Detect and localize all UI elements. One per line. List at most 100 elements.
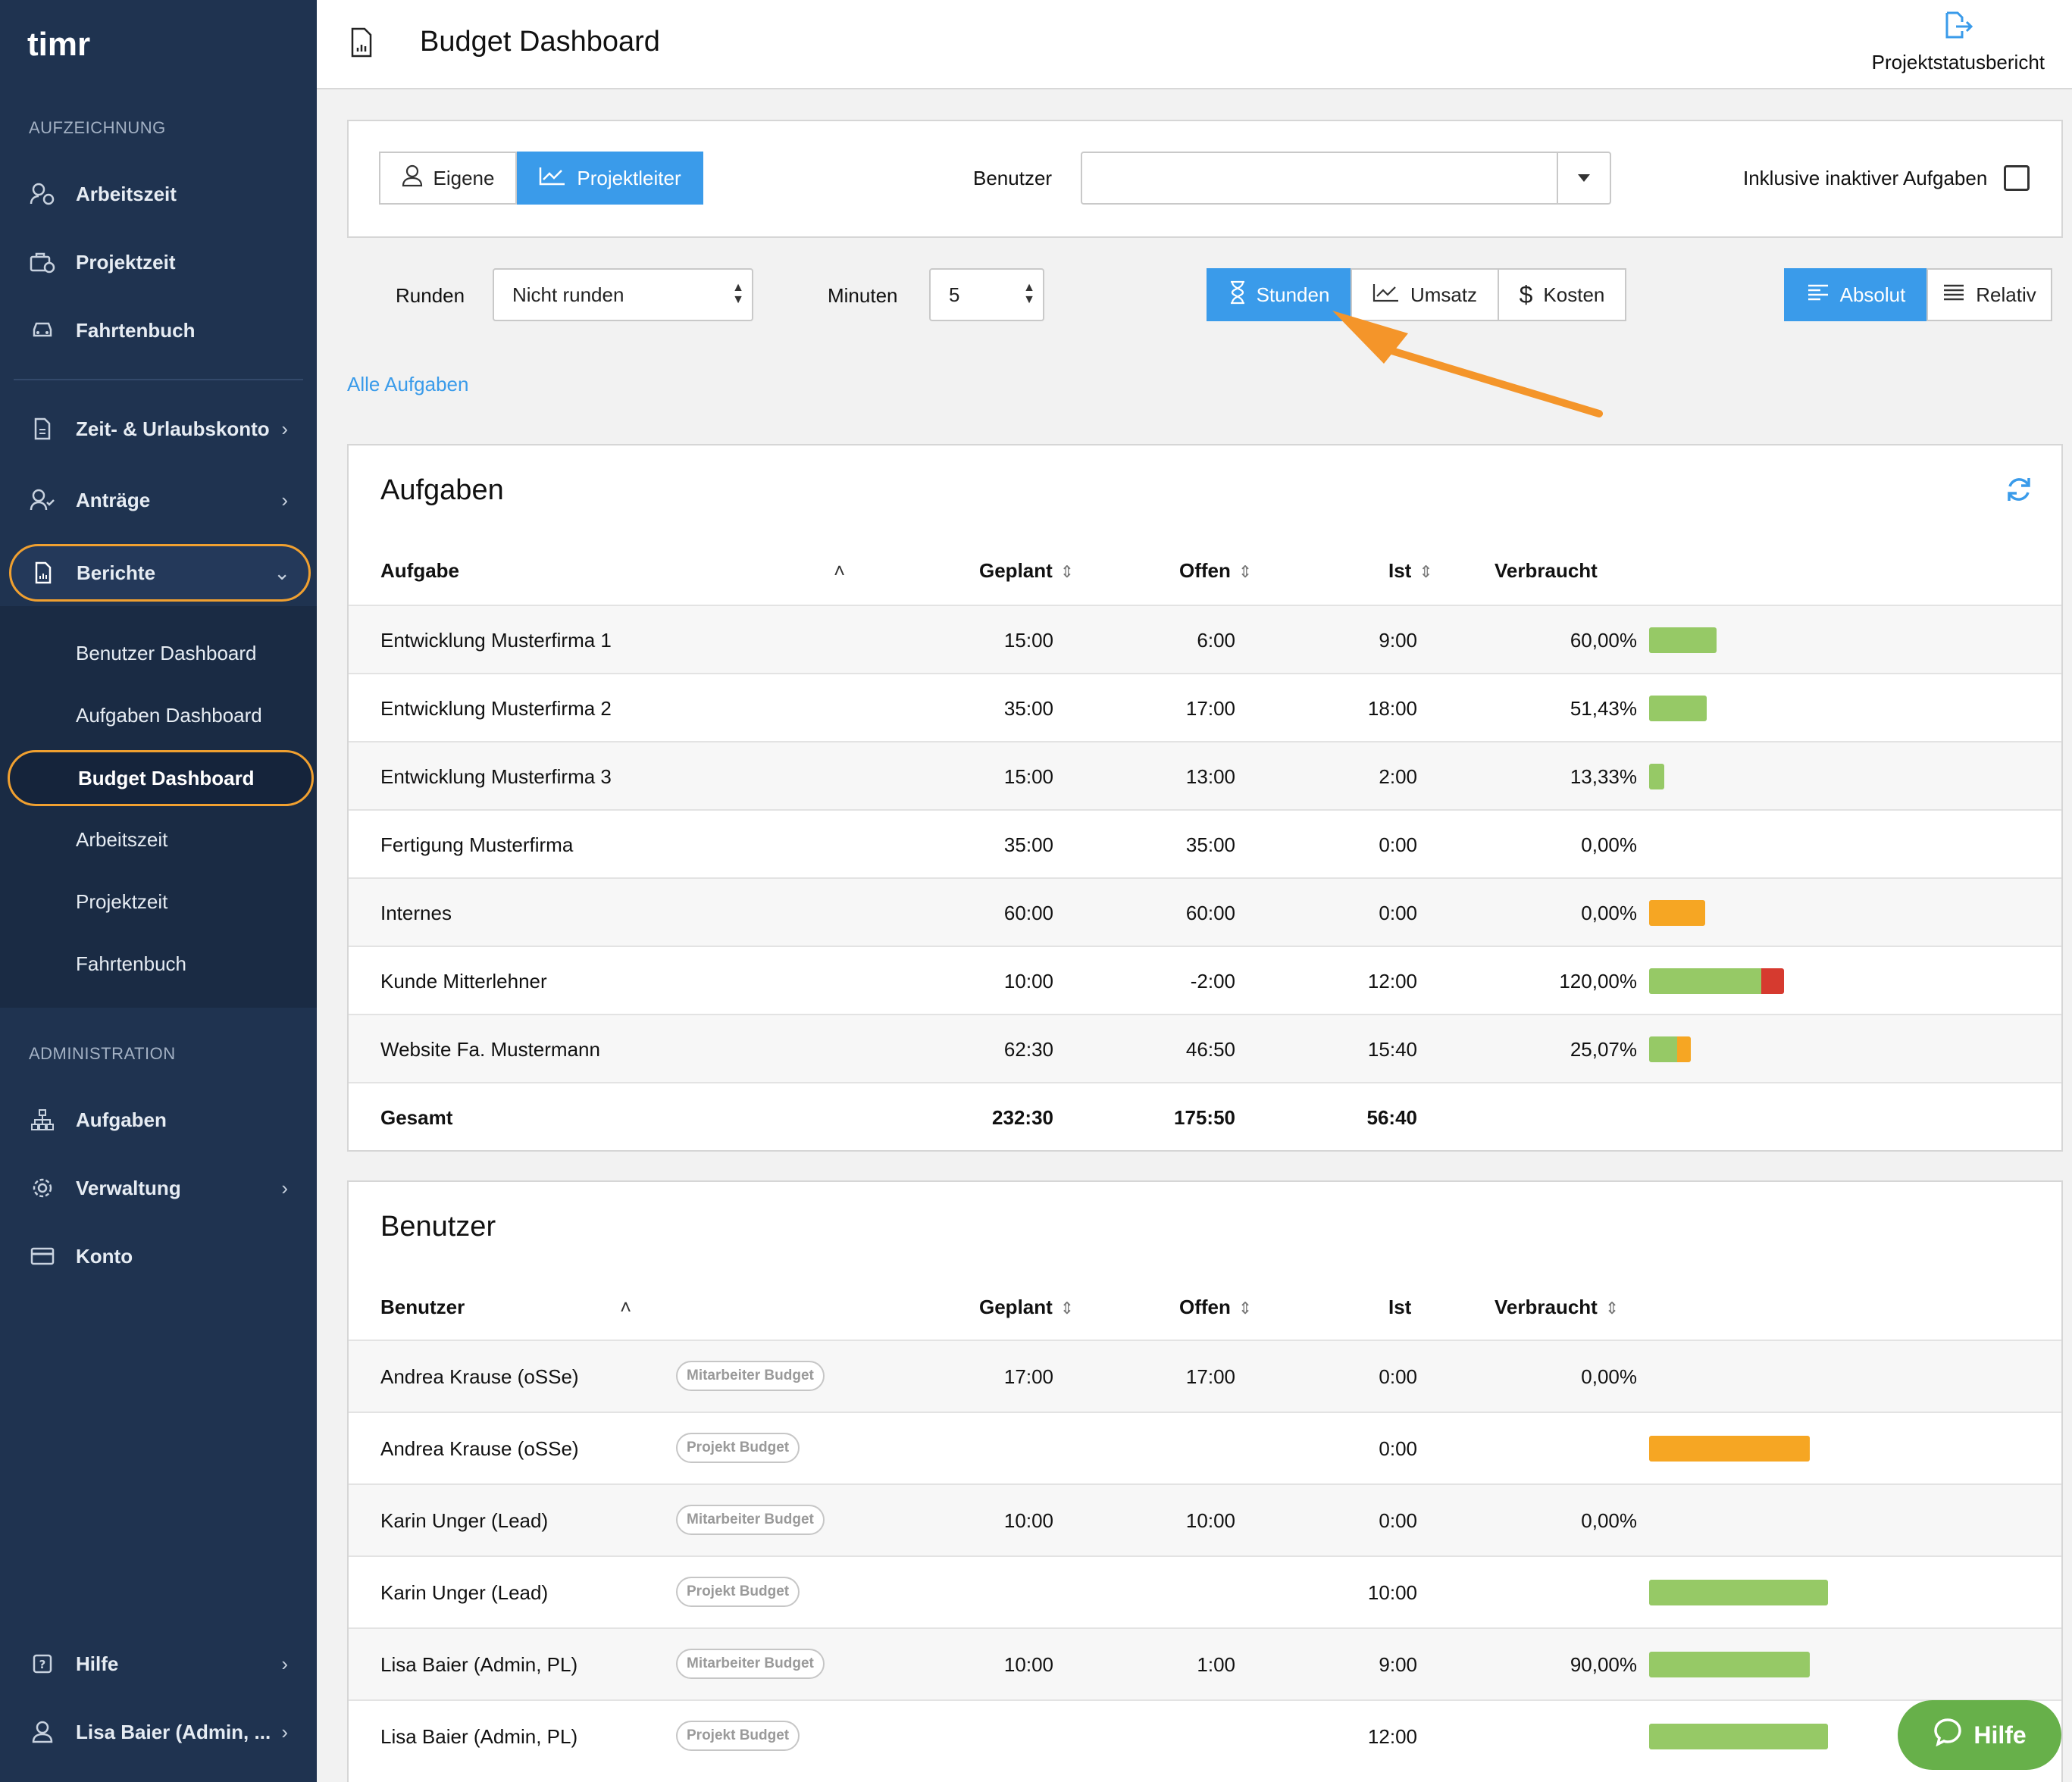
sidebar-subitem-projektzeit[interactable]: Projektzeit xyxy=(0,873,317,930)
chevron-right-icon: › xyxy=(281,488,288,511)
column-header-actual[interactable]: Ist xyxy=(1388,1296,1411,1319)
budget-type-badge: Projekt Budget xyxy=(676,1577,800,1607)
cell-user-name: Andrea Krause (oSSe) xyxy=(380,1365,579,1388)
table-row[interactable]: Fertigung Musterfirma 35:00 35:00 0:00 0,00% xyxy=(349,809,2061,877)
sidebar-item-berichte[interactable]: Berichte ⌄ xyxy=(9,544,311,602)
person-clock-icon xyxy=(27,183,58,205)
cell-used-percent: 0,00% xyxy=(1581,1365,1637,1388)
sidebar-subitem-fahrtenbuch[interactable]: Fahrtenbuch xyxy=(0,935,317,993)
column-header-open[interactable]: Offen ⇕ xyxy=(1179,1296,1252,1319)
chevron-right-icon: › xyxy=(281,1720,288,1743)
card-icon xyxy=(27,1246,58,1266)
chevron-down-icon: ⌄ xyxy=(274,561,290,584)
table-row[interactable]: Entwicklung Musterfirma 3 15:00 13:00 2:00 1… xyxy=(349,741,2061,809)
sidebar-subitem-benutzer-dashboard[interactable]: Benutzer Dashboard xyxy=(0,624,317,682)
project-lead-toggle-button[interactable]: Projektleiter xyxy=(517,152,703,205)
table-row[interactable]: Internes 60:00 60:00 0:00 0,00% xyxy=(349,877,2061,946)
sidebar-item-projektzeit[interactable]: Projektzeit xyxy=(0,232,317,292)
table-row[interactable]: Entwicklung Musterfirma 2 35:00 17:00 18:00… xyxy=(349,673,2061,741)
timr-logo[interactable]: timr xyxy=(27,26,90,64)
column-header-used[interactable]: Verbraucht ⇕ xyxy=(1495,1296,1619,1319)
hourglass-icon xyxy=(1229,280,1246,310)
users-card: Benutzer Benutzer ˄ Geplant ⇕ Offen ⇕ Ist … xyxy=(347,1180,2063,1782)
cell-actual: 0:00 xyxy=(1379,1509,1417,1532)
budget-progress-bar xyxy=(1649,1436,1810,1462)
table-row[interactable]: Karin Unger (Lead) Projekt Budget 10:00 xyxy=(349,1555,2061,1627)
user-select[interactable] xyxy=(1081,152,1611,205)
sidebar-item-antraege[interactable]: Anträge › xyxy=(0,470,317,530)
cell-planned: 35:00 xyxy=(1003,833,1053,856)
sidebar-subitem-budget-dashboard[interactable]: Budget Dashboard xyxy=(8,750,314,806)
table-row[interactable]: Kunde Mitterlehner 10:00 -2:00 12:00 120,00% xyxy=(349,946,2061,1014)
project-status-report-button[interactable]: Projektstatusbericht xyxy=(1872,11,2045,74)
sidebar-subitem-aufgaben-dashboard[interactable]: Aufgaben Dashboard xyxy=(0,686,317,744)
user-icon xyxy=(27,1721,58,1743)
table-row[interactable]: Lisa Baier (Admin, PL) Projekt Budget 12:0… xyxy=(349,1699,2061,1771)
cell-open: 60:00 xyxy=(1185,902,1235,924)
minutes-select[interactable]: 5 ▲ ▼ xyxy=(929,268,1044,321)
view-relative-button[interactable]: Relativ xyxy=(1926,268,2052,321)
cell-planned: 10:00 xyxy=(1003,1653,1053,1676)
bar-segment-used xyxy=(1649,696,1707,721)
sort-icon: ⇕ xyxy=(1238,562,1253,581)
inactive-tasks-checkbox[interactable] xyxy=(2004,165,2030,191)
rounding-select[interactable]: Nicht runden ▲ ▼ xyxy=(493,268,753,321)
sidebar-item-zeitkonto[interactable]: Zeit- & Urlaubskonto › xyxy=(0,399,317,459)
bar-segment-used xyxy=(1649,1652,1810,1677)
table-row[interactable]: Website Fa. Mustermann 62:30 46:50 15:40 25,… xyxy=(349,1014,2061,1082)
cell-task-name: Fertigung Musterfirma xyxy=(380,833,574,856)
sidebar-divider xyxy=(14,379,303,380)
column-header-task[interactable]: Aufgabe xyxy=(380,559,459,583)
cell-open: 175:50 xyxy=(1174,1106,1235,1129)
sidebar-subitem-arbeitszeit[interactable]: Arbeitszeit xyxy=(0,811,317,868)
cell-planned: 35:00 xyxy=(1003,697,1053,720)
table-total-row[interactable]: Gesamt 232:30 175:50 56:40 xyxy=(349,1082,2061,1150)
sidebar-item-konto[interactable]: Konto xyxy=(0,1226,317,1286)
sidebar-item-user-profile[interactable]: Lisa Baier (Admin, ... › xyxy=(0,1702,317,1762)
sidebar-item-aufgaben[interactable]: Aufgaben xyxy=(0,1090,317,1150)
report-document-icon xyxy=(350,27,373,61)
budget-type-badge: Mitarbeiter Budget xyxy=(676,1361,825,1391)
report-icon xyxy=(28,561,58,584)
refresh-icon[interactable] xyxy=(2004,474,2034,508)
sidebar-item-fahrtenbuch[interactable]: Fahrtenbuch xyxy=(0,300,317,361)
sidebar-item-arbeitszeit[interactable]: Arbeitszeit xyxy=(0,164,317,224)
chevron-up-icon[interactable]: ˄ xyxy=(834,559,845,583)
table-row[interactable]: Entwicklung Musterfirma 1 15:00 6:00 9:00 60… xyxy=(349,605,2061,673)
cell-used-percent: 25,07% xyxy=(1570,1038,1637,1061)
table-row[interactable]: Andrea Krause (oSSe) Mitarbeiter Budget 17… xyxy=(349,1340,2061,1412)
table-row[interactable]: Karin Unger (Lead) Mitarbeiter Budget 10:0… xyxy=(349,1483,2061,1555)
hierarchy-icon xyxy=(27,1108,58,1131)
column-header-actual[interactable]: Ist ⇕ xyxy=(1388,559,1433,583)
own-toggle-button[interactable]: Eigene xyxy=(379,152,517,205)
column-header-planned[interactable]: Geplant ⇕ xyxy=(979,559,1074,583)
cell-actual: 2:00 xyxy=(1379,765,1417,788)
sidebar-item-verwaltung[interactable]: Verwaltung › xyxy=(0,1158,317,1218)
column-header-user[interactable]: Benutzer xyxy=(380,1296,465,1319)
table-row[interactable]: Lisa Baier (Admin, PL) Mitarbeiter Budget… xyxy=(349,1627,2061,1699)
cell-actual: 56:40 xyxy=(1366,1106,1418,1129)
car-icon xyxy=(27,320,58,340)
tasks-card-title: Aufgaben xyxy=(380,474,504,506)
table-row[interactable]: Andrea Krause (oSSe) Projekt Budget 0:00 xyxy=(349,1412,2061,1483)
all-tasks-link[interactable]: Alle Aufgaben xyxy=(347,373,468,396)
cell-actual: 18:00 xyxy=(1367,697,1417,720)
budget-type-badge: Mitarbeiter Budget xyxy=(676,1505,825,1535)
cell-actual: 0:00 xyxy=(1379,1437,1417,1460)
help-chat-button[interactable]: Hilfe xyxy=(1898,1700,2061,1770)
cell-used-percent: 90,00% xyxy=(1570,1653,1637,1676)
view-absolute-button[interactable]: Absolut xyxy=(1784,268,1928,321)
budget-type-badge: Projekt Budget xyxy=(676,1433,800,1463)
dropdown-caret-icon[interactable] xyxy=(1557,153,1610,203)
column-header-used[interactable]: Verbraucht xyxy=(1495,559,1598,583)
cell-user-name: Lisa Baier (Admin, PL) xyxy=(380,1653,578,1676)
sidebar-item-hilfe[interactable]: ? Hilfe › xyxy=(0,1634,317,1694)
column-header-planned[interactable]: Geplant ⇕ xyxy=(979,1296,1074,1319)
sort-icon: ⇕ xyxy=(1604,1299,1620,1318)
cell-user-name: Karin Unger (Lead) xyxy=(380,1581,549,1604)
chevron-up-icon[interactable]: ˄ xyxy=(620,1296,631,1319)
column-header-open[interactable]: Offen ⇕ xyxy=(1179,559,1252,583)
annotation-arrow xyxy=(1332,311,1603,417)
bar-segment-warning xyxy=(1649,900,1705,926)
gear-icon xyxy=(27,1177,58,1199)
